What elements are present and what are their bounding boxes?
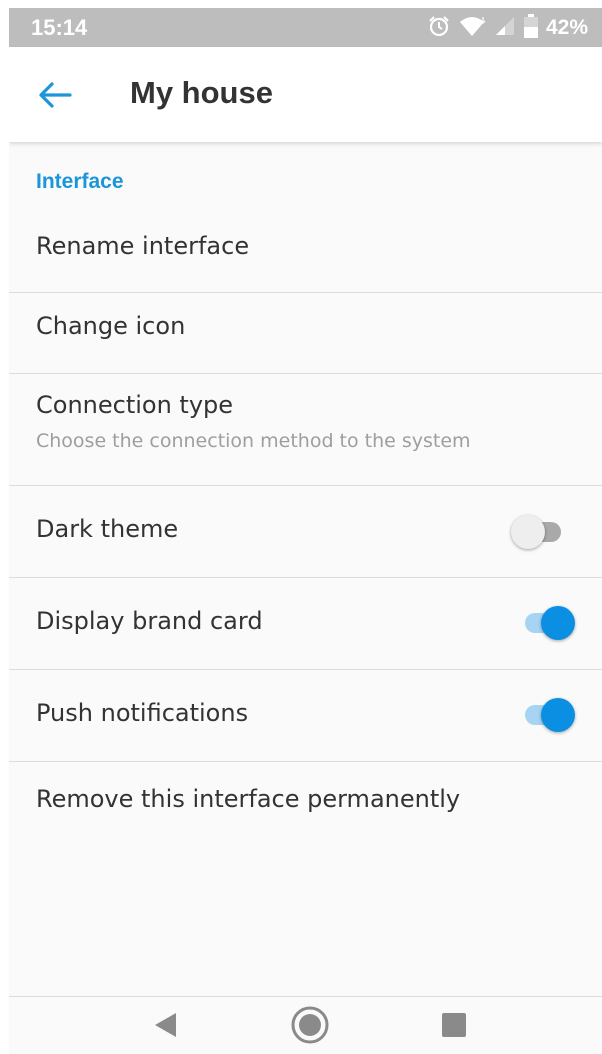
page-title: My house	[130, 75, 273, 110]
connection-type-label: Connection type	[36, 391, 234, 419]
display-brand-card-label: Display brand card	[36, 607, 263, 635]
status-icons: 42%	[428, 14, 588, 42]
toggle-thumb	[541, 606, 575, 640]
connection-type-subtitle: Choose the connection method to the syst…	[36, 430, 471, 452]
cell-signal-icon	[494, 15, 516, 41]
alarm-icon	[428, 15, 450, 41]
arrow-left-icon	[38, 81, 72, 113]
nav-home-button[interactable]	[288, 1005, 332, 1049]
toggle-thumb	[541, 698, 575, 732]
nav-back-button[interactable]	[143, 1005, 187, 1049]
wifi-icon	[458, 15, 486, 41]
change-icon-item[interactable]: Change icon	[9, 293, 602, 374]
remove-interface-item[interactable]: Remove this interface permanently	[9, 762, 602, 842]
push-notifications-toggle[interactable]	[519, 695, 579, 735]
push-notifications-item[interactable]: Push notifications	[9, 670, 602, 762]
app-frame: 15:14 42% My house Interface Rename inte…	[9, 8, 602, 1054]
section-header-interface: Interface	[36, 170, 124, 193]
battery-icon	[523, 14, 538, 42]
change-icon-label: Change icon	[36, 312, 186, 340]
system-nav-bar	[9, 996, 602, 1054]
dark-theme-item[interactable]: Dark theme	[9, 486, 602, 578]
nav-recents-button[interactable]	[432, 1005, 476, 1049]
home-circle-icon	[290, 1005, 330, 1049]
back-triangle-icon	[152, 1011, 178, 1043]
remove-interface-label: Remove this interface permanently	[36, 785, 461, 813]
app-bar: My house	[9, 47, 602, 142]
rename-interface-item[interactable]: Rename interface	[9, 212, 602, 293]
push-notifications-label: Push notifications	[36, 699, 249, 727]
toggle-thumb	[511, 515, 545, 549]
dark-theme-label: Dark theme	[36, 515, 179, 543]
dark-theme-toggle[interactable]	[511, 512, 571, 552]
rename-interface-label: Rename interface	[36, 232, 250, 260]
status-time: 15:14	[31, 15, 88, 40]
display-brand-card-toggle[interactable]	[519, 603, 579, 643]
battery-percent: 42%	[545, 16, 588, 39]
connection-type-item[interactable]: Connection type Choose the connection me…	[9, 374, 602, 486]
recents-square-icon	[441, 1012, 467, 1042]
back-button[interactable]	[31, 73, 79, 121]
display-brand-card-item[interactable]: Display brand card	[9, 578, 602, 670]
status-bar: 15:14 42%	[9, 8, 602, 47]
